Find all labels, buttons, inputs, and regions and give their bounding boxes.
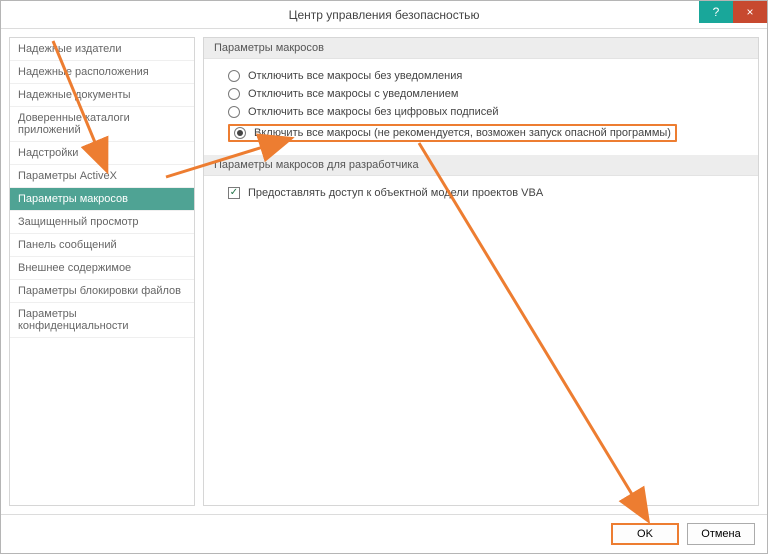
radio-icon <box>228 106 240 118</box>
help-button[interactable]: ? <box>699 1 733 23</box>
sidebar-item-label: Параметры ActiveX <box>18 170 117 182</box>
sidebar-item-label: Параметры макросов <box>18 193 128 205</box>
trust-center-window: Центр управления безопасностью ? × Надеж… <box>0 0 768 554</box>
radio-enable-all[interactable]: Включить все макросы (не рекомендуется, … <box>228 121 734 145</box>
help-icon: ? <box>713 5 720 19</box>
sidebar-item-label: Надежные издатели <box>18 43 121 55</box>
radio-disable-no-notification[interactable]: Отключить все макросы без уведомления <box>228 67 734 85</box>
radio-icon <box>228 70 240 82</box>
footer: OK Отмена <box>1 514 767 553</box>
sidebar-item-label: Надежные расположения <box>18 66 149 78</box>
titlebar-controls: ? × <box>699 1 767 28</box>
sidebar-item-protected-view[interactable]: Защищенный просмотр <box>10 211 194 234</box>
sidebar-item-label: Параметры конфиденциальности <box>18 308 129 332</box>
cancel-button[interactable]: Отмена <box>687 523 755 545</box>
window-title: Центр управления безопасностью <box>289 8 480 22</box>
sidebar-item-trusted-locations[interactable]: Надежные расположения <box>10 61 194 84</box>
sidebar-item-label: Панель сообщений <box>18 239 117 251</box>
checkbox-trust-vba[interactable]: ✓ Предоставлять доступ к объектной модел… <box>228 184 734 202</box>
close-button[interactable]: × <box>733 1 767 23</box>
radio-label: Отключить все макросы без цифровых подпи… <box>248 106 499 118</box>
main-panel: Параметры макросов Отключить все макросы… <box>203 37 759 506</box>
checkbox-icon: ✓ <box>228 187 240 199</box>
sidebar-item-activex[interactable]: Параметры ActiveX <box>10 165 194 188</box>
sidebar-item-addins[interactable]: Надстройки <box>10 142 194 165</box>
sidebar: Надежные издатели Надежные расположения … <box>9 37 195 506</box>
radio-label: Отключить все макросы без уведомления <box>248 70 462 82</box>
ok-button[interactable]: OK <box>611 523 679 545</box>
annotation-highlight-box: Включить все макросы (не рекомендуется, … <box>228 124 677 142</box>
sidebar-item-label: Надежные документы <box>18 89 131 101</box>
dialog-body: Надежные издатели Надежные расположения … <box>1 29 767 514</box>
radio-label: Отключить все макросы с уведомлением <box>248 88 458 100</box>
sidebar-item-label: Защищенный просмотр <box>18 216 139 228</box>
sidebar-item-privacy[interactable]: Параметры конфиденциальности <box>10 303 194 338</box>
titlebar: Центр управления безопасностью ? × <box>1 1 767 29</box>
sidebar-item-label: Доверенные каталоги приложений <box>18 112 130 136</box>
macro-radio-group: Отключить все макросы без уведомления От… <box>204 67 758 155</box>
radio-icon <box>234 127 246 139</box>
sidebar-item-label: Внешнее содержимое <box>18 262 131 274</box>
radio-icon <box>228 88 240 100</box>
sidebar-item-message-bar[interactable]: Панель сообщений <box>10 234 194 257</box>
sidebar-item-label: Параметры блокировки файлов <box>18 285 181 297</box>
dev-macro-settings-header: Параметры макросов для разработчика <box>204 155 758 176</box>
sidebar-item-trusted-documents[interactable]: Надежные документы <box>10 84 194 107</box>
sidebar-item-trusted-app-catalogs[interactable]: Доверенные каталоги приложений <box>10 107 194 142</box>
sidebar-item-macro-settings[interactable]: Параметры макросов <box>10 188 194 211</box>
cancel-button-label: Отмена <box>701 528 740 540</box>
close-icon: × <box>746 5 753 19</box>
macro-settings-header: Параметры макросов <box>204 38 758 59</box>
sidebar-item-label: Надстройки <box>18 147 78 159</box>
checkbox-label: Предоставлять доступ к объектной модели … <box>248 187 543 199</box>
dev-options: ✓ Предоставлять доступ к объектной модел… <box>204 184 758 212</box>
radio-disable-with-notification[interactable]: Отключить все макросы с уведомлением <box>228 85 734 103</box>
radio-disable-unsigned[interactable]: Отключить все макросы без цифровых подпи… <box>228 103 734 121</box>
sidebar-item-trusted-publishers[interactable]: Надежные издатели <box>10 38 194 61</box>
radio-label: Включить все макросы (не рекомендуется, … <box>254 127 671 139</box>
sidebar-item-external-content[interactable]: Внешнее содержимое <box>10 257 194 280</box>
ok-button-label: OK <box>637 528 653 540</box>
sidebar-item-file-block[interactable]: Параметры блокировки файлов <box>10 280 194 303</box>
